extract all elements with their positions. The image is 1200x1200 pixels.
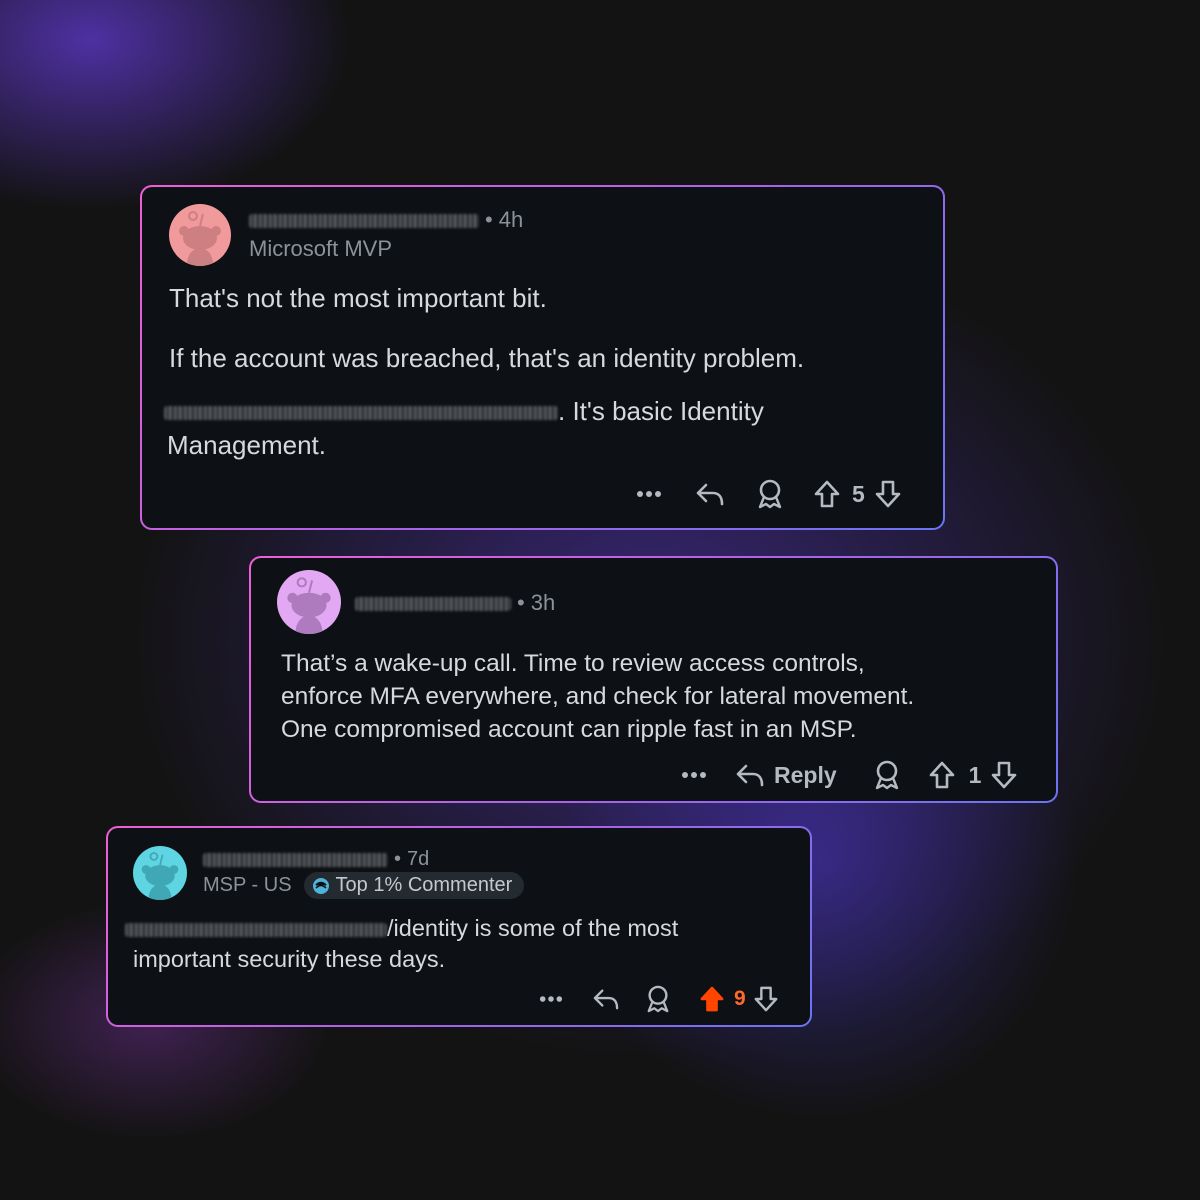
more-icon[interactable] xyxy=(536,995,566,1003)
timestamp: 4h xyxy=(498,207,524,232)
comment-line: /identity is some of the most xyxy=(125,915,678,942)
comment-text: . It's basic Identity xyxy=(558,396,764,426)
comment-line: That’s a wake-up call. Time to review ac… xyxy=(281,650,865,677)
reply-icon[interactable] xyxy=(690,481,730,507)
reply-button[interactable]: Reply xyxy=(735,762,837,789)
separator-dot: • xyxy=(517,590,525,615)
redacted-text xyxy=(125,922,387,937)
comment-actions: Reply 1 xyxy=(679,758,1021,792)
comment-card-2: • 3h That’s a wake-up call. Time to revie… xyxy=(249,556,1058,803)
award-icon[interactable] xyxy=(867,760,907,790)
avatar[interactable] xyxy=(133,846,187,900)
avatar[interactable] xyxy=(169,204,231,266)
comment-paragraph: . It's basic Identity xyxy=(164,396,764,427)
comment-header: • 4h xyxy=(249,207,523,233)
comment-line: enforce MFA everywhere, and check for la… xyxy=(281,683,915,710)
badge-label: Top 1% Commenter xyxy=(335,874,513,896)
comment-paragraph: That's not the most important bit. xyxy=(169,283,547,313)
username[interactable] xyxy=(203,852,388,867)
flair-row: MSP - US Top 1% Commenter xyxy=(203,872,525,899)
upvote-icon[interactable] xyxy=(810,479,844,509)
downvote-icon[interactable] xyxy=(871,479,905,509)
comment-paragraph: Management. xyxy=(167,430,326,460)
downvote-icon[interactable] xyxy=(987,760,1021,790)
username[interactable] xyxy=(249,214,479,229)
more-icon[interactable] xyxy=(679,771,709,779)
timestamp: 7d xyxy=(407,848,430,870)
reply-icon[interactable] xyxy=(588,987,624,1011)
reply-icon xyxy=(736,764,764,787)
username[interactable] xyxy=(355,597,511,612)
timestamp: 3h xyxy=(530,590,556,615)
comment-line: important security these days. xyxy=(133,946,446,972)
comment-paragraph: If the account was breached, that's an i… xyxy=(169,343,805,373)
more-icon[interactable] xyxy=(632,490,666,498)
reply-label: Reply xyxy=(774,761,837,788)
award-icon[interactable] xyxy=(640,985,676,1013)
top-commenter-icon xyxy=(312,877,329,894)
avatar[interactable] xyxy=(277,570,341,634)
user-flair: Microsoft MVP xyxy=(249,236,393,261)
award-icon[interactable] xyxy=(750,479,790,509)
upvote-icon[interactable] xyxy=(696,985,728,1013)
top-commenter-badge[interactable]: Top 1% Commenter xyxy=(303,872,525,899)
upvote-icon[interactable] xyxy=(925,760,959,790)
vote-count: 9 xyxy=(734,987,746,1010)
comment-actions: 9 xyxy=(536,983,782,1015)
comment-header: • 7d xyxy=(203,848,429,871)
comment-text: /identity is some of the most xyxy=(387,915,679,941)
downvote-icon[interactable] xyxy=(750,985,782,1013)
comment-line: One compromised account can ripple fast … xyxy=(281,716,857,743)
vote-count: 1 xyxy=(968,761,982,788)
comment-card-1: • 4h Microsoft MVP That's not the most im… xyxy=(140,185,945,530)
comment-actions: 5 xyxy=(632,477,905,511)
separator-dot: • xyxy=(485,207,493,232)
comment-header: • 3h xyxy=(355,590,555,616)
vote-count: 5 xyxy=(852,480,865,507)
user-flair: MSP - US xyxy=(203,874,292,896)
redacted-text xyxy=(164,406,558,421)
comment-card-3: • 7d MSP - US Top 1% Commenter /identity … xyxy=(106,826,812,1027)
separator-dot: • xyxy=(394,848,402,870)
